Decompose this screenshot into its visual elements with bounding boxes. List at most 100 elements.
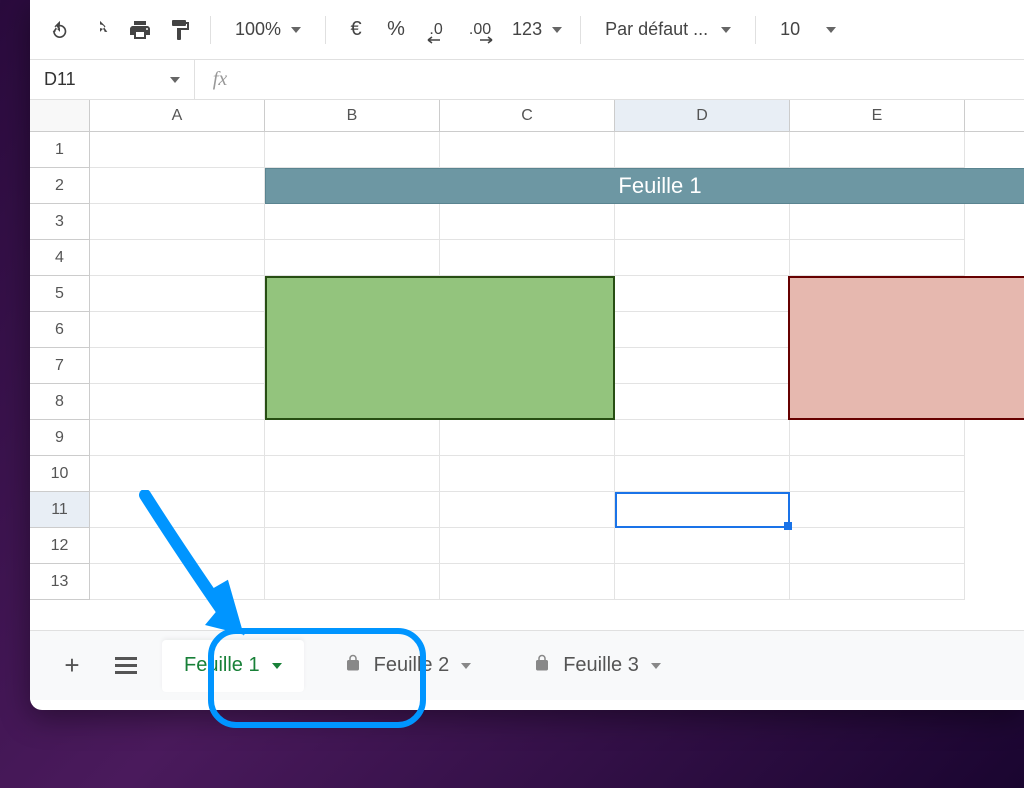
col-header-a[interactable]: A [90, 100, 265, 131]
cell[interactable] [440, 132, 615, 168]
row-header[interactable]: 8 [30, 384, 90, 420]
column-headers: A B C D E [30, 100, 1024, 132]
fill-handle[interactable] [784, 522, 792, 530]
print-button[interactable] [122, 12, 158, 48]
selected-cell-outline [615, 492, 790, 528]
chevron-down-icon [552, 27, 562, 33]
formula-input[interactable] [245, 60, 1024, 99]
cell[interactable] [615, 348, 790, 384]
redo-button[interactable] [82, 12, 118, 48]
cell[interactable] [90, 348, 265, 384]
grid-area[interactable]: A B C D E 1 2 3 4 5 6 7 8 9 10 11 12 13 … [30, 100, 1024, 630]
font-dropdown[interactable]: Par défaut ... [593, 12, 743, 48]
cell[interactable] [90, 132, 265, 168]
zoom-dropdown[interactable]: 100% [223, 12, 313, 48]
percent-button[interactable]: % [378, 12, 414, 48]
cell[interactable] [265, 564, 440, 600]
col-header-e[interactable]: E [790, 100, 965, 131]
row-header[interactable]: 11 [30, 492, 90, 528]
row-header[interactable]: 10 [30, 456, 90, 492]
sheet-tab-label: Feuille 1 [184, 654, 260, 677]
cell[interactable] [615, 132, 790, 168]
sheet-tab-2[interactable]: Feuille 2 [322, 640, 494, 692]
cell[interactable] [90, 456, 265, 492]
col-header-d[interactable]: D [615, 100, 790, 131]
cell[interactable] [90, 384, 265, 420]
paint-format-button[interactable] [162, 12, 198, 48]
cell[interactable] [90, 168, 265, 204]
currency-button[interactable]: € [338, 12, 374, 48]
cell[interactable] [265, 132, 440, 168]
cell[interactable] [615, 456, 790, 492]
row-header[interactable]: 2 [30, 168, 90, 204]
cell[interactable] [265, 456, 440, 492]
cell[interactable] [440, 240, 615, 276]
cell[interactable] [90, 528, 265, 564]
cell[interactable] [615, 276, 790, 312]
row-header[interactable]: 1 [30, 132, 90, 168]
cell[interactable] [90, 312, 265, 348]
col-header-b[interactable]: B [265, 100, 440, 131]
row-header[interactable]: 9 [30, 420, 90, 456]
sheet-tab-label: Feuille 3 [563, 654, 639, 677]
chevron-down-icon [291, 27, 301, 33]
font-size-dropdown[interactable]: 10 [768, 12, 848, 48]
cell[interactable] [790, 204, 965, 240]
cell[interactable] [90, 204, 265, 240]
cell[interactable] [440, 564, 615, 600]
cell[interactable] [440, 456, 615, 492]
row-header[interactable]: 13 [30, 564, 90, 600]
name-box[interactable]: D11 [30, 60, 195, 100]
cell[interactable] [440, 420, 615, 456]
cell[interactable] [90, 492, 265, 528]
row-header[interactable]: 5 [30, 276, 90, 312]
cell[interactable] [90, 420, 265, 456]
row-header[interactable]: 3 [30, 204, 90, 240]
sheet-tab-3[interactable]: Feuille 3 [511, 640, 683, 692]
cell[interactable] [790, 240, 965, 276]
cell[interactable] [615, 312, 790, 348]
cell[interactable] [440, 528, 615, 564]
cell[interactable] [615, 420, 790, 456]
number-format-dropdown[interactable]: 123 [506, 12, 568, 48]
row-header[interactable]: 12 [30, 528, 90, 564]
red-range[interactable] [788, 276, 1024, 420]
cell[interactable] [615, 240, 790, 276]
chevron-down-icon [272, 663, 282, 669]
cell[interactable] [265, 420, 440, 456]
lock-icon [344, 654, 362, 678]
cell[interactable] [90, 240, 265, 276]
green-range[interactable] [265, 276, 615, 420]
cell[interactable] [790, 132, 965, 168]
cell[interactable] [790, 492, 965, 528]
cell[interactable] [90, 276, 265, 312]
row-header[interactable]: 4 [30, 240, 90, 276]
cell[interactable] [615, 384, 790, 420]
decrease-decimal-button[interactable]: .0 [418, 12, 454, 48]
cell[interactable] [265, 204, 440, 240]
cell[interactable] [265, 240, 440, 276]
toolbar: 100% € % .0 .00 123 Par défaut ... 10 [30, 0, 1024, 60]
merged-title-cell[interactable]: Feuille 1 [265, 168, 1024, 204]
cell[interactable] [265, 528, 440, 564]
cell[interactable] [440, 492, 615, 528]
row-header[interactable]: 6 [30, 312, 90, 348]
add-sheet-button[interactable]: + [54, 648, 90, 684]
cell[interactable] [790, 456, 965, 492]
row-header[interactable]: 7 [30, 348, 90, 384]
cell[interactable] [615, 564, 790, 600]
cell[interactable] [615, 204, 790, 240]
sheet-tab-1[interactable]: Feuille 1 [162, 640, 304, 692]
cell[interactable] [615, 528, 790, 564]
col-header-c[interactable]: C [440, 100, 615, 131]
cell[interactable] [790, 528, 965, 564]
cell[interactable] [440, 204, 615, 240]
all-sheets-button[interactable] [108, 648, 144, 684]
cell[interactable] [265, 492, 440, 528]
undo-button[interactable] [42, 12, 78, 48]
cell[interactable] [790, 420, 965, 456]
select-all-corner[interactable] [30, 100, 90, 131]
cell[interactable] [90, 564, 265, 600]
increase-decimal-button[interactable]: .00 [458, 12, 502, 48]
cell[interactable] [790, 564, 965, 600]
